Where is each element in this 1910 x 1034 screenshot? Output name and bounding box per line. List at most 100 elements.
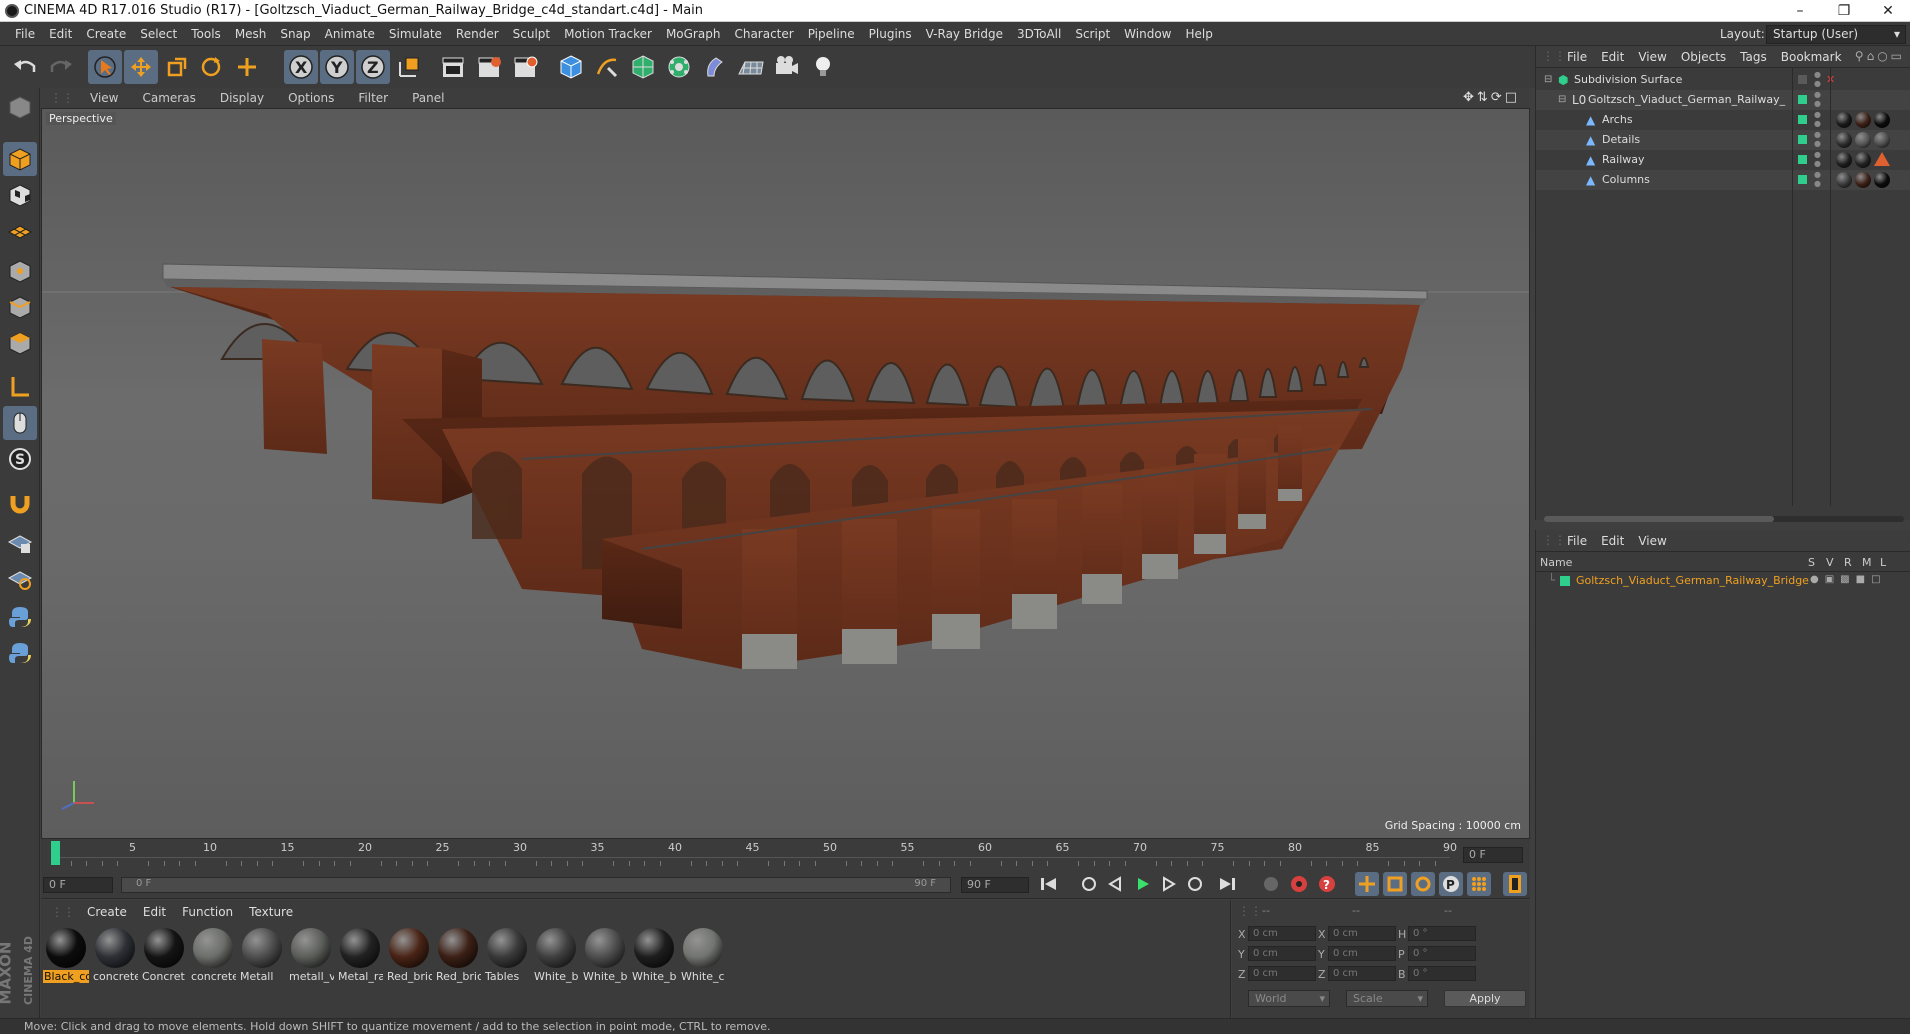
menu-tools[interactable]: Tools [184,27,228,41]
redo-button[interactable] [44,50,78,84]
layout-dropdown[interactable]: Startup (User) ▾ [1766,25,1906,44]
coord-value-field[interactable]: 0 cm [1328,966,1396,981]
workplane-button[interactable] [3,214,37,248]
goto-start-button[interactable] [1037,872,1061,896]
points-mode-button[interactable] [3,254,37,288]
menu-file[interactable]: File [8,27,42,41]
x-axis-lock-button[interactable]: X [284,50,318,84]
render-view-button[interactable] [436,50,470,84]
timeline-window-button[interactable] [1503,872,1527,896]
menu-plugins[interactable]: Plugins [862,27,919,41]
edges-mode-button[interactable] [3,290,37,324]
motion-record-button[interactable] [1259,872,1283,896]
material-swatch[interactable]: White_b [582,926,628,984]
coord-value-field[interactable]: 0 ° [1408,966,1476,981]
material-swatch[interactable]: Red_bric [435,926,481,984]
close-button[interactable]: ✕ [1866,0,1910,22]
model-mode-button[interactable] [3,142,37,176]
menu-character[interactable]: Character [727,27,800,41]
coord-mode-dropdown[interactable]: World ▾ [1248,990,1330,1007]
autokey-button[interactable]: ? [1315,872,1339,896]
python-script-button[interactable] [3,600,37,634]
coord-value-field[interactable]: 0 cm [1248,966,1316,981]
timeline-track[interactable] [55,857,1450,867]
material-swatch[interactable]: metall_v [288,926,334,984]
menu-animate[interactable]: Animate [318,27,382,41]
render-toggle-dots[interactable]: ● ● [1814,90,1821,108]
material-swatch[interactable]: White_c [680,926,726,984]
spline-pen-button[interactable] [590,50,624,84]
material-swatch[interactable]: Concret [141,926,187,984]
timeline-ruler[interactable]: 051015202530354045505560657075808590 0 F [41,839,1530,869]
end-frame-field[interactable]: 90 F [961,877,1029,893]
material-swatch[interactable]: Black_co [43,926,89,984]
layer-flag-icons[interactable]: ●▣▩■□ [1810,574,1887,585]
goto-end-button[interactable] [1215,872,1239,896]
current-frame-field[interactable]: 0 F [1463,847,1523,863]
menu-simulate[interactable]: Simulate [382,27,449,41]
z-axis-lock-button[interactable]: Z [356,50,390,84]
planar-workplane-button[interactable] [3,562,37,596]
menu-3dtoall[interactable]: 3DToAll [1010,27,1068,41]
visibility-toggle[interactable] [1798,135,1807,144]
viewport-menu-options[interactable]: Options [276,91,346,105]
object-row[interactable]: ▲ Details ● ● [1536,130,1910,150]
y-axis-lock-button[interactable]: Y [320,50,354,84]
coord-value-field[interactable]: 0 cm [1248,946,1316,961]
next-frame-button[interactable] [1157,872,1181,896]
material-swatch[interactable]: Tables [484,926,530,984]
rotate-tool-button[interactable] [194,50,228,84]
tweak-mode-button[interactable] [3,406,37,440]
next-key-button[interactable] [1183,872,1207,896]
play-button[interactable] [1131,872,1155,896]
material-tag-icon[interactable] [1836,152,1852,168]
visibility-toggle[interactable] [1798,175,1807,184]
object-name[interactable]: Subdivision Surface [1574,70,1786,90]
menu-mesh[interactable]: Mesh [228,27,274,41]
key-position-button[interactable] [1355,872,1379,896]
menu-help[interactable]: Help [1178,27,1219,41]
coord-value-field[interactable]: 0 ° [1408,926,1476,941]
cloner-button[interactable] [662,50,696,84]
visibility-toggle[interactable] [1798,155,1807,164]
camera-button[interactable] [770,50,804,84]
minimize-button[interactable]: – [1778,0,1822,22]
objects-menu-edit[interactable]: Edit [1594,50,1631,64]
material-menu-create[interactable]: Create [79,905,135,919]
material-swatch[interactable]: Red_bric [386,926,432,984]
python-script-2-button[interactable] [3,636,37,670]
render-toggle-dots[interactable]: ● ● [1814,130,1821,148]
snap-button[interactable] [3,486,37,520]
phong-tag-icon[interactable] [1874,152,1890,166]
menu-vray-bridge[interactable]: V-Ray Bridge [919,27,1010,41]
object-name[interactable]: Archs [1602,110,1786,130]
visibility-toggle[interactable] [1798,115,1807,124]
make-editable-button[interactable] [3,90,37,124]
menu-sculpt[interactable]: Sculpt [506,27,557,41]
render-settings-button[interactable] [508,50,542,84]
polygons-mode-button[interactable] [3,326,37,360]
apply-button[interactable]: Apply [1444,990,1526,1007]
material-swatch[interactable]: Metall [239,926,285,984]
object-name[interactable]: Railway [1602,150,1786,170]
viewport-nav-icons[interactable]: ✥⇅⟳□ [1463,90,1520,105]
live-selection-button[interactable] [88,50,122,84]
prev-frame-button[interactable] [1103,872,1127,896]
menu-motion-tracker[interactable]: Motion Tracker [557,27,659,41]
layer-color-swatch[interactable] [1560,576,1570,586]
expand-toggle-icon[interactable]: ⊟ [1544,70,1552,90]
key-rotation-button[interactable] [1411,872,1435,896]
viewport-menu-display[interactable]: Display [208,91,276,105]
coord-value-field[interactable]: 0 cm [1328,946,1396,961]
material-tag-icon[interactable] [1855,112,1871,128]
horizontal-scrollbar[interactable] [1544,516,1904,522]
material-menu-texture[interactable]: Texture [241,905,301,919]
key-scale-button[interactable] [1383,872,1407,896]
material-menu-edit[interactable]: Edit [135,905,174,919]
object-name[interactable]: Columns [1602,170,1786,190]
object-row[interactable]: ▲ Archs ● ● [1536,110,1910,130]
material-tag-icon[interactable] [1855,132,1871,148]
layer-name[interactable]: Goltzsch_Viaduct_German_Railway_Bridge [1576,574,1809,587]
objects-menu-objects[interactable]: Objects [1674,50,1733,64]
viewport-menu-cameras[interactable]: Cameras [130,91,207,105]
